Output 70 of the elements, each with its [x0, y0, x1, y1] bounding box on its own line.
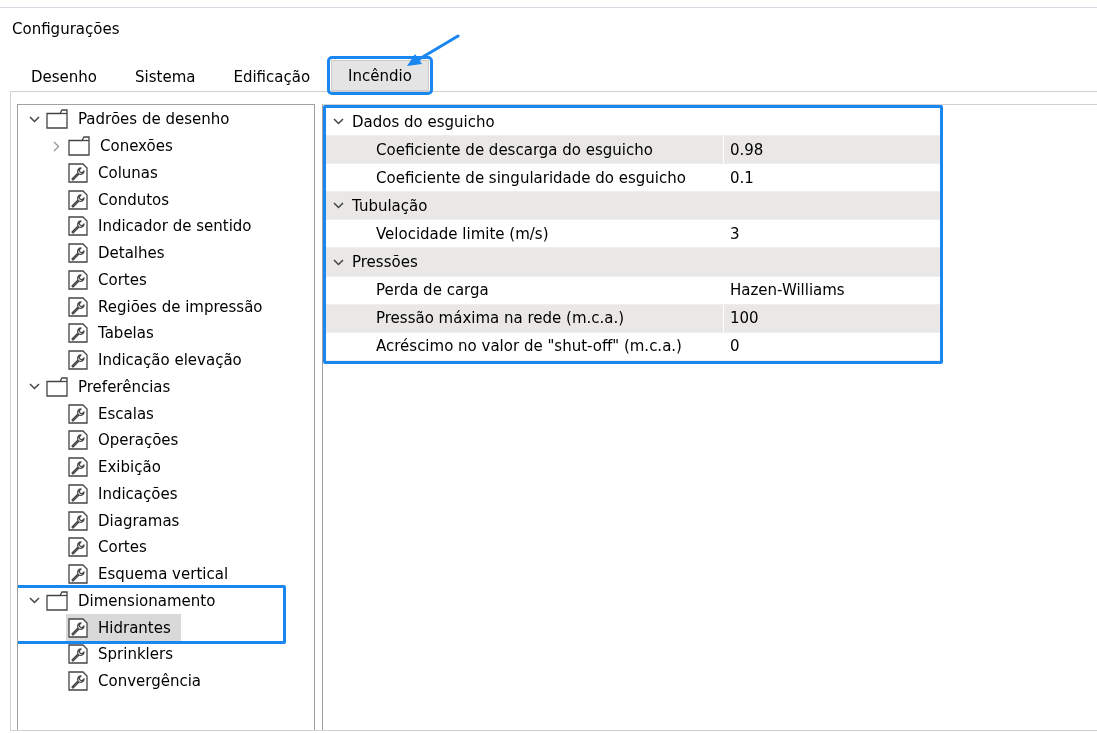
tree-item[interactable]: Operações [66, 427, 189, 454]
folder-icon [46, 590, 68, 611]
wrench-icon [68, 564, 88, 585]
tree-item[interactable]: Condutos [66, 186, 180, 213]
section-header[interactable]: Dados do esguicho [350, 112, 495, 131]
tree-item[interactable]: Dimensionamento [44, 587, 226, 615]
tab[interactable]: Desenho [14, 63, 114, 91]
wrench-icon [68, 216, 88, 237]
wrench-icon [68, 644, 88, 665]
tree-item[interactable]: Indicador de sentido [66, 213, 262, 240]
wrench-icon [68, 483, 88, 504]
window-title: Configurações [12, 19, 121, 39]
wrench-icon [68, 243, 88, 264]
tree-item[interactable]: Indicação elevação [66, 346, 252, 374]
tab[interactable]: Edificação [216, 63, 328, 91]
folder-icon [68, 136, 90, 157]
wrench-icon [68, 162, 88, 183]
tree-item[interactable]: Colunas [66, 159, 168, 187]
wrench-icon [68, 671, 88, 692]
tree-item[interactable]: Preferências [44, 373, 181, 401]
wrench-icon [68, 457, 88, 478]
wrench-icon [68, 189, 88, 210]
tree-item[interactable]: Esquema vertical [66, 560, 239, 588]
wrench-icon [68, 537, 88, 558]
property-value[interactable]: 0.1 [724, 168, 754, 187]
chevron-down-icon[interactable] [332, 202, 344, 210]
property-name: Perda de carga [326, 276, 724, 304]
section-header[interactable]: Pressões [350, 253, 418, 271]
chevron-right-icon[interactable] [52, 140, 60, 152]
chevron-down-icon[interactable] [332, 118, 344, 126]
property-name: Acréscimo no valor de "shut-off" (m.c.a.) [326, 332, 724, 360]
property-name: Pressão máxima na rede (m.c.a.) [326, 304, 724, 332]
property-name: Coeficiente de descarga do esguicho [326, 136, 724, 164]
wrench-icon [68, 323, 88, 344]
tree-item[interactable]: Cortes [66, 266, 157, 294]
tree-item[interactable]: Exibição [66, 453, 171, 481]
wrench-icon [68, 617, 88, 638]
tab[interactable]: Sistema [118, 63, 213, 91]
tree-item[interactable]: Indicações [66, 480, 188, 508]
property-name: Velocidade limite (m/s) [326, 220, 724, 248]
tree-item[interactable]: Detalhes [66, 239, 175, 267]
chevron-down-icon[interactable] [332, 258, 344, 266]
wrench-icon [68, 296, 88, 317]
wrench-icon [68, 350, 88, 371]
tree-item[interactable]: Conexões [66, 132, 183, 160]
property-value[interactable]: 0 [724, 337, 740, 356]
tree-item[interactable]: Escalas [66, 400, 164, 427]
tree-item[interactable]: Diagramas [66, 507, 190, 534]
tree-item[interactable]: Cortes [66, 534, 157, 561]
tree-item[interactable]: Sprinklers [66, 641, 183, 668]
wrench-icon [68, 269, 88, 290]
property-value[interactable]: Hazen-Williams [724, 281, 845, 300]
chevron-down-icon[interactable] [28, 383, 40, 391]
property-value[interactable]: 3 [724, 224, 740, 243]
wrench-icon [68, 403, 88, 424]
property-name: Coeficiente de singularidade do esguicho [326, 164, 724, 192]
chevron-down-icon[interactable] [28, 597, 40, 605]
property-value[interactable]: 0.98 [724, 140, 764, 159]
tree-item[interactable]: Padrões de desenho [44, 106, 240, 133]
folder-icon [46, 376, 68, 397]
tree-item[interactable]: Hidrantes [66, 614, 181, 641]
tree-item[interactable]: Convergência [66, 667, 212, 695]
tree-item[interactable]: Tabelas [66, 320, 164, 347]
chevron-down-icon[interactable] [28, 115, 40, 123]
wrench-icon [68, 510, 88, 531]
section-header[interactable]: Tubulação [350, 196, 428, 215]
wrench-icon [68, 430, 88, 451]
tree-item[interactable]: Regiões de impressão [66, 293, 273, 320]
property-value[interactable]: 100 [724, 309, 759, 328]
folder-icon [46, 109, 68, 130]
